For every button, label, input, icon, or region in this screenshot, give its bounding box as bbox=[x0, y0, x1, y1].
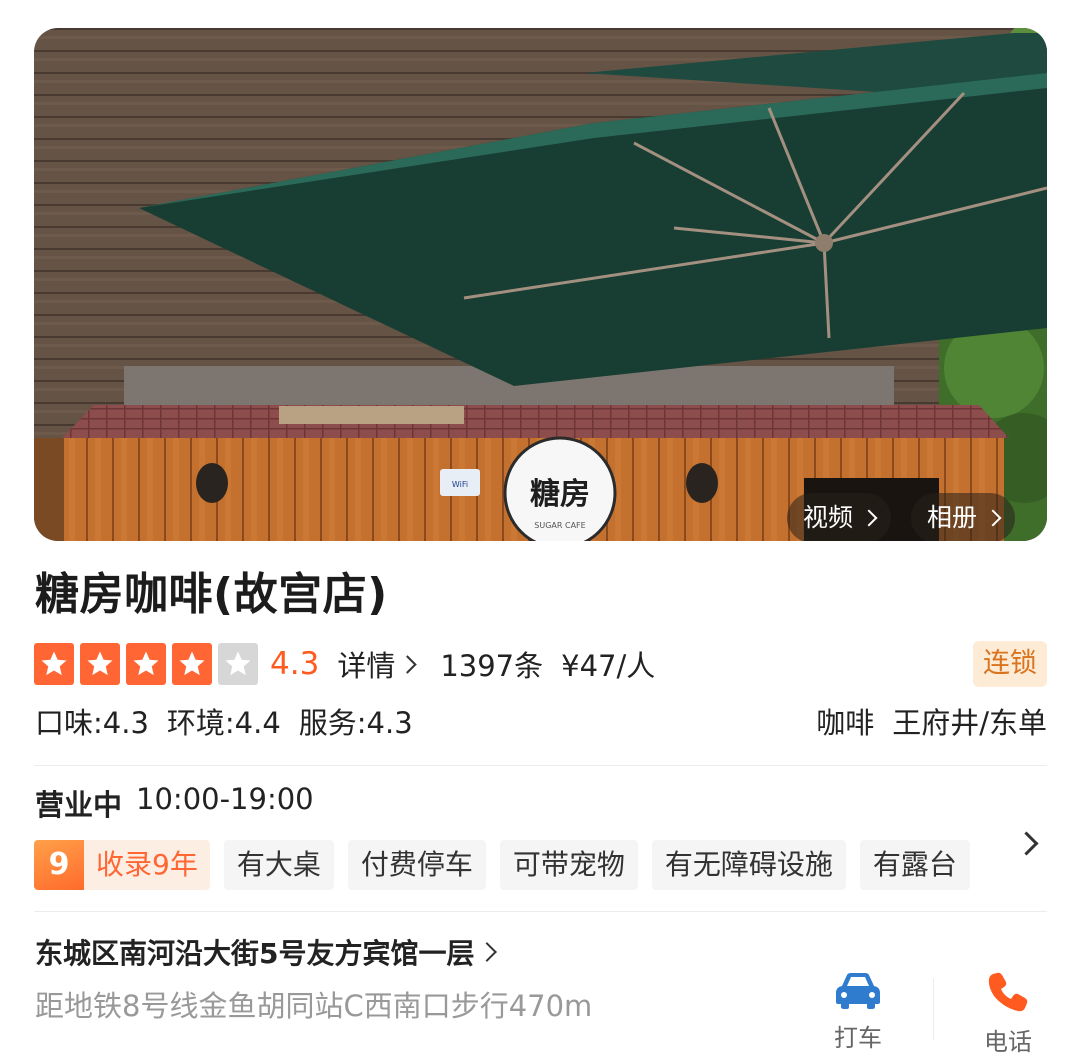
tag-terrace: 有露台 bbox=[859, 840, 970, 890]
star-icon bbox=[218, 643, 258, 685]
rating-row: 4.3 详情 1397条 ¥47/人 bbox=[34, 640, 655, 688]
chevron-right-icon bbox=[1014, 831, 1039, 856]
taxi-label: 打车 bbox=[834, 1024, 882, 1052]
album-button[interactable]: 相册 bbox=[911, 493, 1016, 541]
sign-logo-subtext: SUGAR CAFE bbox=[534, 521, 585, 530]
star-icon bbox=[80, 643, 120, 685]
sub-scores: 口味:4.3 环境:4.4 服务:4.3 bbox=[35, 700, 413, 742]
category-label[interactable]: 咖啡 bbox=[816, 700, 874, 742]
address-text: 东城区南河沿大街5号友方宾馆一层 bbox=[35, 937, 475, 970]
star-icon bbox=[34, 643, 74, 685]
facility-tags[interactable]: 9 收录9年 有大桌 付费停车 可带宠物 有无障碍设施 有露台 bbox=[34, 840, 970, 890]
chevron-right-icon bbox=[984, 509, 1002, 527]
price-per-person: ¥47/人 bbox=[561, 649, 656, 683]
album-label: 相册 bbox=[927, 503, 978, 532]
tags-more-arrow[interactable] bbox=[1014, 831, 1042, 856]
years-listed-tag: 9 收录9年 bbox=[34, 840, 210, 890]
rating-score: 4.3 bbox=[270, 646, 320, 682]
tag-accessible: 有无障碍设施 bbox=[651, 840, 846, 890]
phone-button[interactable]: 电话 bbox=[968, 970, 1048, 1057]
star-rating bbox=[34, 643, 264, 685]
phone-label: 电话 bbox=[984, 1028, 1032, 1056]
sign-logo-text: 糖房 bbox=[530, 477, 590, 512]
score-taste: 口味:4.3 bbox=[35, 706, 149, 740]
district-label[interactable]: 王府井/东单 bbox=[892, 700, 1047, 742]
taxi-button[interactable]: 打车 bbox=[818, 970, 898, 1053]
tag-paid-parking: 付费停车 bbox=[347, 840, 486, 890]
shop-name: 糖房咖啡(故宫店) bbox=[35, 569, 388, 620]
star-icon bbox=[126, 643, 166, 685]
score-environment: 环境:4.4 bbox=[166, 706, 281, 740]
years-label: 收录9年 bbox=[96, 848, 198, 881]
category-info: 咖啡 王府井/东单 bbox=[816, 700, 1047, 742]
divider bbox=[933, 978, 934, 1040]
shop-photo[interactable]: WiFi 糖房 SUGAR CAFE 视频 相册 bbox=[34, 28, 1047, 541]
chevron-right-icon bbox=[398, 654, 418, 674]
divider bbox=[34, 765, 1047, 766]
chain-badge: 连锁 bbox=[973, 641, 1047, 687]
tag-large-table: 有大桌 bbox=[223, 840, 334, 890]
review-count[interactable]: 1397条 bbox=[440, 643, 543, 685]
open-time: 10:00-19:00 bbox=[136, 782, 314, 816]
business-hours: 营业中 10:00-19:00 bbox=[35, 782, 314, 824]
address-link[interactable]: 东城区南河沿大街5号友方宾馆一层 bbox=[35, 932, 498, 972]
years-number-badge: 9 bbox=[34, 840, 84, 890]
tag-pets-allowed: 可带宠物 bbox=[499, 840, 638, 890]
score-service: 服务:4.3 bbox=[298, 706, 413, 740]
metro-distance: 距地铁8号线金鱼胡同站C西南口步行470m bbox=[35, 989, 593, 1023]
details-link[interactable]: 详情 bbox=[337, 643, 418, 685]
chevron-right-icon bbox=[477, 942, 498, 962]
phone-icon bbox=[988, 972, 1028, 1012]
star-icon bbox=[172, 643, 212, 685]
open-status: 营业中 bbox=[35, 788, 123, 822]
wifi-sticker-text: WiFi bbox=[452, 480, 468, 489]
video-label: 视频 bbox=[803, 503, 854, 532]
car-icon bbox=[836, 973, 880, 1009]
details-label: 详情 bbox=[337, 649, 396, 683]
divider bbox=[34, 911, 1047, 912]
video-button[interactable]: 视频 bbox=[787, 493, 892, 541]
chevron-right-icon bbox=[860, 509, 878, 527]
